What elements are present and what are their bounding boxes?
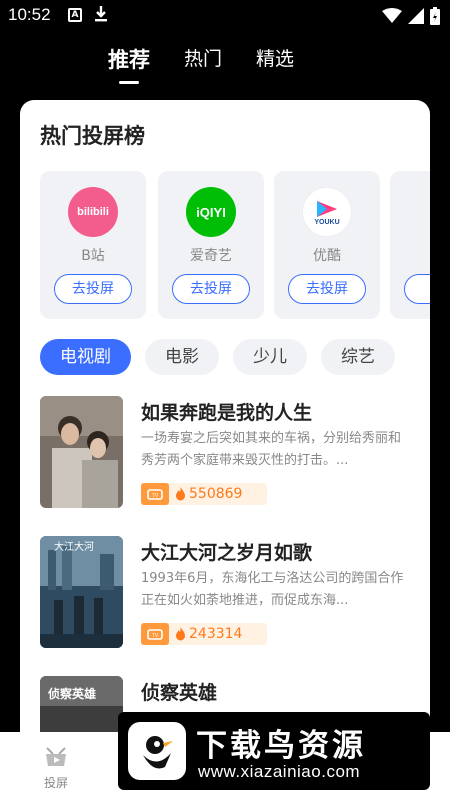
signal-icon <box>408 8 424 24</box>
poster-image <box>40 396 123 508</box>
iqiyi-logo-icon: iQIYI <box>186 187 236 237</box>
tab-featured[interactable]: 精选 <box>256 44 294 84</box>
platform-name: 爱奇艺 <box>190 248 232 264</box>
cast-button-partial[interactable] <box>404 274 430 304</box>
section-title: 热门投屏榜 <box>40 124 145 148</box>
cast-button-bilibili[interactable]: 去投屏 <box>54 274 132 304</box>
svg-text:TV: TV <box>152 633 159 639</box>
watermark-title: 下载鸟资源 <box>196 728 366 764</box>
hot-count: 243314 <box>189 626 243 642</box>
flame-icon <box>176 487 185 501</box>
show-title: 如果奔跑是我的人生 <box>141 402 313 424</box>
svg-text:侦察英雄: 侦察英雄 <box>47 686 96 701</box>
platform-card-bilibili[interactable]: bilibili B站 去投屏 <box>40 171 146 319</box>
show-description: 一场寿宴之后突如其来的车祸，分别给秀丽和秀芳两个家庭带来毁灭性的打击。... <box>141 431 402 468</box>
notification-a-icon: A <box>68 8 82 22</box>
hot-stats: TV 243314 <box>141 623 267 645</box>
wifi-icon <box>382 8 402 23</box>
category-tabs: 电视剧 电影 少儿 综艺 <box>40 339 395 375</box>
list-item[interactable]: 大江大河 大江大河之岁月如歌 1993年6月，东海化工与洛达公司的跨国合作正在如… <box>40 536 420 648</box>
hot-stats: TV 550869 <box>141 483 267 505</box>
status-time: 10:52 <box>8 5 51 24</box>
tv-icon: TV <box>141 623 169 645</box>
battery-icon <box>430 7 440 25</box>
show-title: 侦察英雄 <box>141 682 218 704</box>
main-card: 热门投屏榜 bilibili B站 去投屏 iQIYI 爱奇艺 去投屏 YOUK… <box>20 100 430 800</box>
youku-logo-icon: YOUKU <box>302 187 352 237</box>
platform-card-partial[interactable] <box>390 171 430 319</box>
tab-hot[interactable]: 热门 <box>184 44 222 84</box>
category-tv[interactable]: 电视剧 <box>40 339 131 375</box>
watermark: 下载鸟资源 www.xiazainiao.com <box>118 712 430 790</box>
poster-image: 大江大河 <box>40 536 123 648</box>
platform-card-iqiyi[interactable]: iQIYI 爱奇艺 去投屏 <box>158 171 264 319</box>
list-item[interactable]: 如果奔跑是我的人生 一场寿宴之后突如其来的车祸，分别给秀丽和秀芳两个家庭带来毁灭… <box>40 396 420 508</box>
category-movie[interactable]: 电影 <box>145 339 219 375</box>
show-description: 1993年6月，东海化工与洛达公司的跨国合作正在如火如荼地推进，而促成东海... <box>141 571 404 608</box>
flame-icon <box>176 627 185 641</box>
top-tabs: 推荐 热门 精选 <box>108 44 294 84</box>
cast-icon <box>46 747 66 766</box>
platform-card-youku[interactable]: YOUKU 优酷 去投屏 <box>274 171 380 319</box>
tab-recommend[interactable]: 推荐 <box>108 44 150 84</box>
tv-icon: TV <box>141 483 169 505</box>
bilibili-logo-icon: bilibili <box>68 187 118 237</box>
platform-carousel[interactable]: bilibili B站 去投屏 iQIYI 爱奇艺 去投屏 YOUKU 优酷 去… <box>40 171 430 319</box>
cast-button-iqiyi[interactable]: 去投屏 <box>172 274 250 304</box>
bird-logo-icon <box>128 722 186 780</box>
cast-button-youku[interactable]: 去投屏 <box>288 274 366 304</box>
hot-count: 550869 <box>189 486 243 502</box>
watermark-url: www.xiazainiao.com <box>198 762 361 781</box>
svg-text:大江大河: 大江大河 <box>54 540 94 553</box>
category-kids[interactable]: 少儿 <box>233 339 307 375</box>
nav-label: 投屏 <box>43 776 68 790</box>
svg-text:TV: TV <box>152 493 159 499</box>
platform-name: 优酷 <box>313 248 341 264</box>
nav-item-cast[interactable]: 投屏 <box>36 744 76 791</box>
category-variety[interactable]: 综艺 <box>321 339 395 375</box>
status-bar: 10:52 A <box>0 0 450 32</box>
download-icon <box>95 6 107 22</box>
platform-name: B站 <box>81 248 105 264</box>
show-title: 大江大河之岁月如歌 <box>141 542 313 564</box>
